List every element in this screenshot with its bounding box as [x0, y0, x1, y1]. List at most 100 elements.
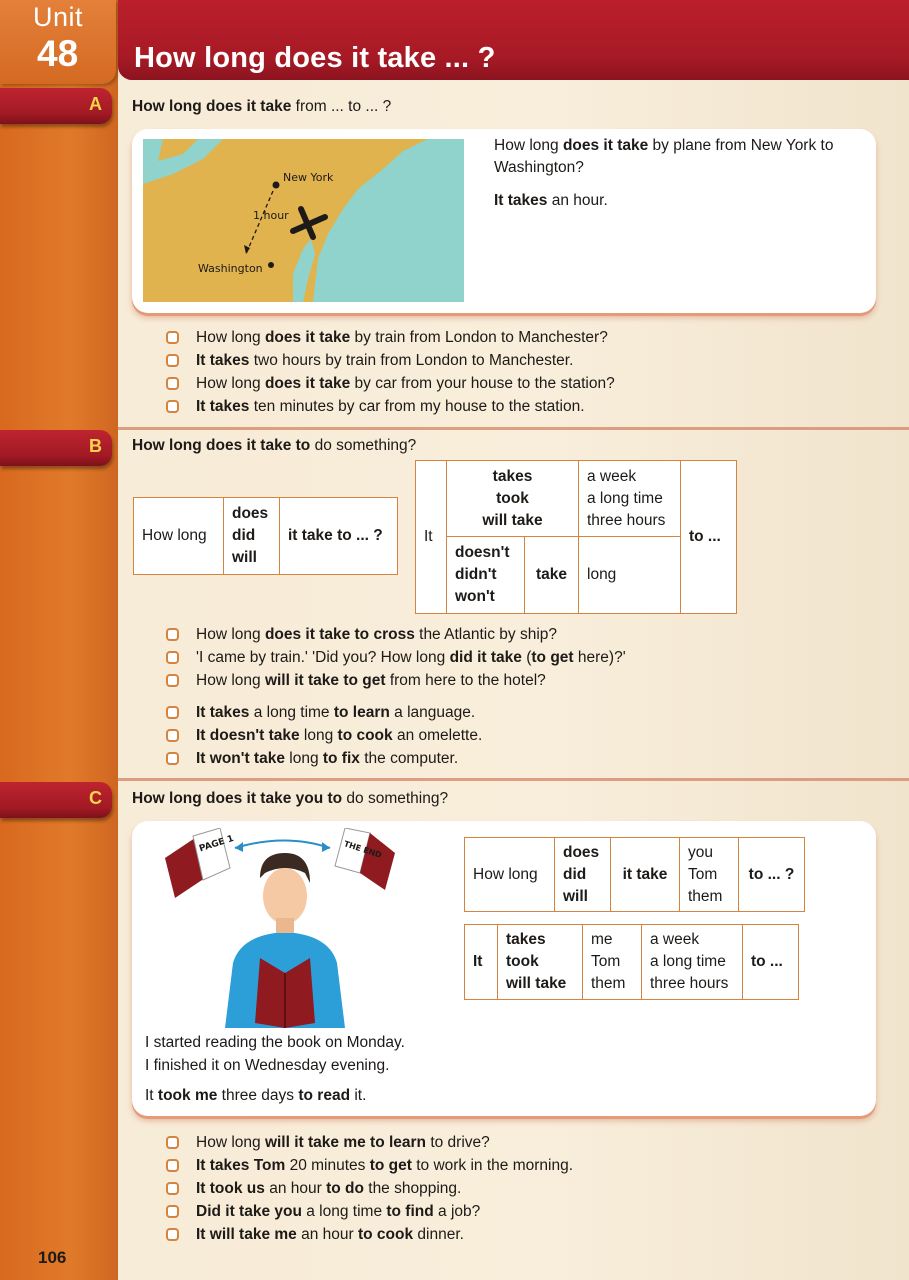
cell-how-long: How long: [133, 497, 224, 575]
sentence-text: How long does it take to cross the Atlan…: [196, 626, 557, 644]
aux: will: [232, 549, 257, 566]
man-reading-icon: [225, 853, 345, 1028]
aux: won't: [455, 588, 495, 605]
text-bold: does it take: [562, 137, 649, 154]
text: the computer.: [359, 749, 459, 767]
verb: will take: [506, 975, 567, 992]
cell-it-take: it take: [610, 837, 680, 912]
heading-bold: How long does it take: [132, 98, 292, 115]
answer-structure-table-c: It takes took will take me Tom them a we…: [464, 924, 799, 1000]
text: (: [521, 648, 532, 666]
text: How long: [494, 137, 563, 154]
sentence-text: It doesn't take long to cook an omelette…: [196, 727, 482, 745]
text: here)?': [573, 648, 626, 666]
text-bold: It takes: [196, 703, 250, 721]
text-bold: did it take: [449, 648, 522, 666]
time: a week: [650, 931, 700, 948]
text-bold: to find: [386, 1202, 434, 1220]
bullet-box-icon: [166, 651, 179, 664]
sentence-text: It takes two hours by train from London …: [196, 352, 573, 370]
text-bold: to get: [531, 648, 574, 666]
text-bold: It doesn't take: [196, 726, 300, 744]
unit-label: Unit: [33, 2, 84, 32]
text-bold: took me: [157, 1087, 218, 1104]
question-structure-table-c: How long does did will it take you Tom t…: [464, 837, 805, 912]
text: long: [284, 749, 323, 767]
cell-positive-verbs: takes took will take: [446, 460, 579, 537]
text-bold: to read: [298, 1087, 351, 1104]
book-page-1-icon: PAGE 1: [165, 828, 235, 898]
textbook-page: Unit 48 How long does it take ... ? A Ho…: [0, 0, 909, 1280]
heading-bold: How long does it take to: [132, 437, 311, 454]
cell-objects: me Tom them: [582, 924, 642, 1000]
bullet-box-icon: [166, 331, 179, 344]
example-sentence: How long does it take by car from your h…: [166, 372, 615, 395]
section-letter: C: [89, 788, 102, 808]
text-bold: to get: [369, 1156, 412, 1174]
text-bold: It takes Tom: [196, 1156, 286, 1174]
aux: did: [563, 865, 587, 883]
reading-illustration: PAGE 1 THE END: [165, 828, 425, 1028]
cell-verbs: takes took will take: [497, 924, 583, 1000]
section-a-heading: How long does it take from ... to ... ?: [132, 98, 391, 116]
text: It: [145, 1087, 158, 1104]
text-bold: to cook: [337, 726, 393, 744]
sentence-text: 'I came by train.' 'Did you? How long di…: [196, 649, 626, 667]
bullet-box-icon: [166, 354, 179, 367]
bullet-box-icon: [166, 674, 179, 687]
text: 20 minutes: [285, 1156, 370, 1174]
unit-number: 48: [37, 33, 79, 74]
sentence-text: It takes ten minutes by car from my hous…: [196, 398, 585, 416]
section-b-statements: It takes a long time to learn a language…: [166, 701, 482, 770]
story-line: I started reading the book on Monday.: [145, 1034, 405, 1051]
illustration-svg: PAGE 1 THE END: [165, 828, 395, 1028]
text: dinner.: [413, 1225, 464, 1243]
bullet-box-icon: [166, 377, 179, 390]
text: an omelette.: [392, 726, 483, 744]
text-bold: does it take to cross: [264, 625, 415, 643]
text: the Atlantic by ship?: [414, 625, 557, 643]
text: How long: [196, 625, 265, 643]
heading-rest: do something?: [342, 790, 449, 807]
text-bold: Did it take you: [196, 1202, 302, 1220]
aux: will: [563, 887, 588, 905]
sentence-text: Did it take you a long time to find a jo…: [196, 1203, 480, 1221]
text: How long: [196, 671, 265, 689]
time: a long time: [587, 489, 663, 507]
sentence-text: It will take me an hour to cook dinner.: [196, 1226, 464, 1244]
cell-to: to ...: [742, 924, 799, 1000]
sentence-text: How long does it take by train from Lond…: [196, 329, 608, 347]
cell-it-take-to: it take to ... ?: [279, 497, 398, 575]
bullet-box-icon: [166, 729, 179, 742]
text-bold: It takes: [494, 192, 548, 209]
cell-to: to ... ?: [738, 837, 805, 912]
example-sentence: It takes two hours by train from London …: [166, 349, 615, 372]
text: a long time: [249, 703, 334, 721]
text: two hours by train from London to Manche…: [249, 351, 574, 369]
text: a language.: [389, 703, 476, 721]
double-arrow-icon: [234, 839, 331, 849]
cell-subject: It: [464, 924, 498, 1000]
section-b-questions: How long does it take to cross the Atlan…: [166, 623, 626, 692]
object: Tom: [688, 865, 718, 883]
book-the-end-icon: THE END: [334, 828, 395, 890]
object: them: [591, 975, 626, 992]
sentence-text: It takes a long time to learn a language…: [196, 704, 475, 722]
example-sentence: How long will it take me to learn to dri…: [166, 1131, 573, 1154]
section-divider: [118, 778, 909, 781]
section-c-heading: How long does it take you to do somethin…: [132, 790, 448, 808]
verb: takes: [506, 931, 546, 948]
text-bold: will it take to get: [264, 671, 386, 689]
object: Tom: [591, 953, 621, 970]
text: a long time: [301, 1202, 387, 1220]
example-sentence: It takes Tom 20 minutes to get to work i…: [166, 1154, 573, 1177]
bullet-box-icon: [166, 1205, 179, 1218]
story-text: I started reading the book on Monday. I …: [145, 1031, 405, 1107]
text: to work in the morning.: [411, 1156, 574, 1174]
text: an hour.: [547, 192, 608, 209]
heading-rest: do something?: [310, 437, 417, 454]
text-bold: It takes: [196, 397, 250, 415]
aux: does: [563, 843, 600, 861]
example-sentence: It will take me an hour to cook dinner.: [166, 1223, 573, 1246]
section-c-examples: How long will it take me to learn to dri…: [166, 1131, 573, 1246]
